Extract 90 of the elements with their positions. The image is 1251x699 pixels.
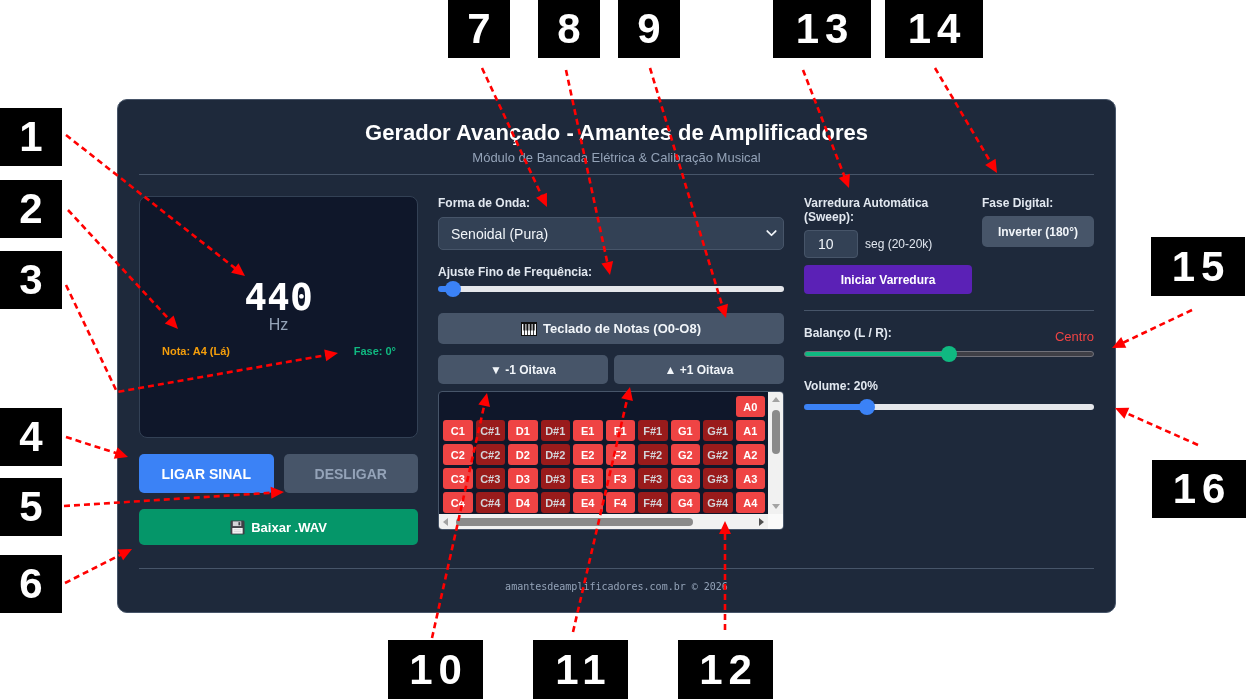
start-signal-button[interactable]: LIGAR SINAL: [139, 454, 274, 493]
callout-number: 10: [388, 640, 483, 699]
note-key[interactable]: C2: [443, 444, 473, 465]
phase-readout: Fase: 0°: [353, 345, 396, 358]
note-key[interactable]: F#1: [638, 420, 668, 441]
note-key[interactable]: E1: [573, 420, 603, 441]
piano-keys-icon: [521, 321, 537, 336]
keyboard-toggle-button[interactable]: Teclado de Notas (O0-O8): [438, 313, 784, 344]
callout-number: 3: [0, 251, 62, 309]
callout-number: 8: [538, 0, 600, 58]
note-key[interactable]: D#3: [540, 468, 570, 489]
note-key[interactable]: G1: [670, 420, 700, 441]
fine-tune-label: Ajuste Fino de Frequência:: [438, 265, 594, 279]
note-key[interactable]: F3: [605, 468, 635, 489]
callout-number: 7: [448, 0, 510, 58]
note-key[interactable]: D1: [508, 420, 538, 441]
callout-number: 1: [0, 108, 62, 166]
note-key[interactable]: C#3: [475, 468, 505, 489]
app-subtitle: Módulo de Bancada Elétrica & Calibração Musical: [471, 150, 762, 165]
start-sweep-button[interactable]: Iniciar Varredura: [804, 265, 972, 294]
note-key[interactable]: D4: [508, 492, 538, 513]
frequency-unit: Hz: [268, 316, 289, 334]
dashed-arrow: [64, 549, 132, 585]
note-key[interactable]: G#1: [703, 420, 733, 441]
note-key[interactable]: A2: [735, 444, 765, 465]
callout-number: 2: [0, 180, 62, 238]
octave-button[interactable]: ▼ -1 Oitava: [438, 355, 608, 384]
note-key[interactable]: G#3: [703, 468, 733, 489]
callout-number: 13: [773, 0, 871, 58]
callout-number: 4: [0, 408, 62, 466]
note-key[interactable]: D#2: [540, 444, 570, 465]
note-key[interactable]: E4: [573, 492, 603, 513]
callout-number: 15: [1151, 237, 1245, 296]
callout-number: 16: [1152, 460, 1246, 518]
slider-thumb[interactable]: [941, 346, 957, 362]
horizontal-scrollbar[interactable]: [439, 514, 768, 529]
callout-number: 11: [533, 640, 628, 699]
frequency-readout: 440: [244, 276, 313, 318]
note-key[interactable]: D#1: [540, 420, 570, 441]
phase-label: Fase Digital:: [982, 196, 1055, 210]
vertical-scrollbar[interactable]: [768, 392, 783, 514]
sweep-label: Varredura Automática (Sweep):: [804, 196, 930, 224]
callout-number: 5: [0, 478, 62, 536]
note-key[interactable]: D2: [508, 444, 538, 465]
octave-button[interactable]: ▲ +1 Oitava: [614, 355, 784, 384]
slider-thumb[interactable]: [444, 281, 461, 297]
note-key[interactable]: G3: [670, 468, 700, 489]
sweep-unit-label: seg (20-20k): [865, 237, 933, 251]
waveform-select[interactable]: Senoidal (Pura): [438, 217, 784, 250]
note-key[interactable]: C#2: [475, 444, 505, 465]
note-key[interactable]: A0: [735, 396, 765, 417]
note-key[interactable]: G#4: [703, 492, 733, 513]
note-key[interactable]: F#3: [638, 468, 668, 489]
scrollbar-thumb[interactable]: [456, 517, 693, 526]
invert-phase-button[interactable]: Inverter (180°): [982, 216, 1094, 247]
note-readout: Nota: A4 (Lá): [162, 345, 231, 358]
note-key[interactable]: F4: [605, 492, 635, 513]
note-key[interactable]: F#2: [638, 444, 668, 465]
slider-thumb[interactable]: [858, 399, 875, 415]
note-key[interactable]: G4: [670, 492, 700, 513]
scroll-right-arrow-icon[interactable]: [759, 517, 764, 526]
note-key[interactable]: C#4: [475, 492, 505, 513]
note-key[interactable]: D3: [508, 468, 538, 489]
note-key[interactable]: A4: [735, 492, 765, 513]
note-key[interactable]: D#4: [540, 492, 570, 513]
note-key[interactable]: E3: [573, 468, 603, 489]
note-key[interactable]: C3: [443, 468, 473, 489]
dashed-arrow: [65, 435, 128, 459]
callout-number: 14: [885, 0, 983, 58]
sweep-duration-input[interactable]: 10: [804, 230, 858, 258]
callout-number: 12: [678, 640, 773, 699]
note-key[interactable]: A3: [735, 468, 765, 489]
scrollbar-corner: [768, 514, 783, 529]
note-key[interactable]: F1: [605, 420, 635, 441]
chevron-down-icon: [766, 230, 777, 237]
scrollbar-thumb[interactable]: [771, 410, 780, 454]
balance-label: Balanço (L / R):: [804, 326, 892, 340]
note-key[interactable]: F#4: [638, 492, 668, 513]
volume-label: Volume: 20%: [804, 379, 879, 393]
note-key[interactable]: G2: [670, 444, 700, 465]
note-key[interactable]: G#2: [703, 444, 733, 465]
note-key[interactable]: E2: [573, 444, 603, 465]
download-button[interactable]: Baixar .WAV: [139, 509, 418, 545]
note-key[interactable]: C#1: [475, 420, 505, 441]
callout-number: 6: [0, 555, 62, 613]
balance-reading: Centro: [1054, 329, 1094, 344]
callout-number: 9: [618, 0, 680, 58]
waveform-label: Forma de Onda:: [438, 196, 531, 210]
note-key[interactable]: A1: [735, 420, 765, 441]
note-key[interactable]: C1: [443, 420, 473, 441]
